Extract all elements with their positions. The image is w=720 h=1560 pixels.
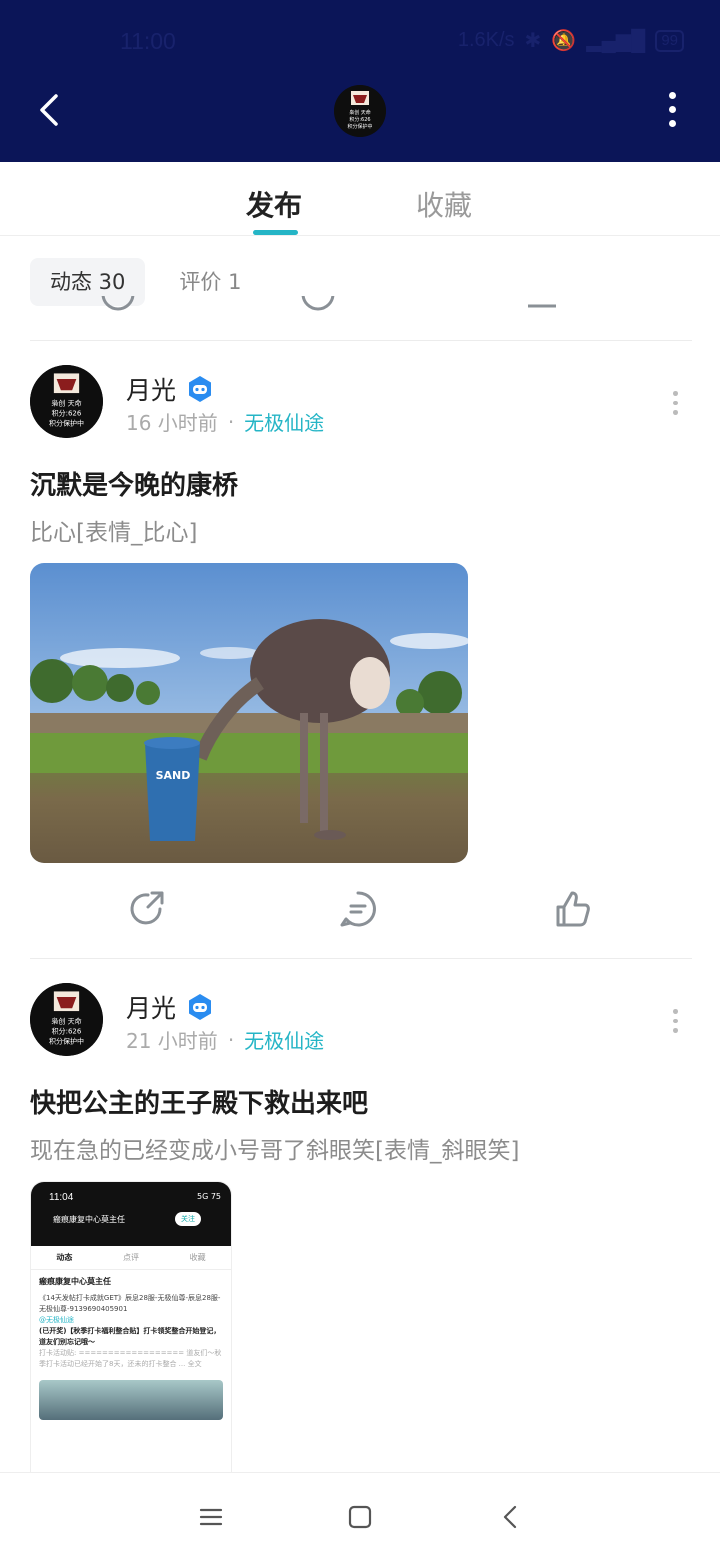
screenshot-tab: 动态 [56,1253,73,1262]
tab-collect[interactable]: 收藏 [416,184,472,224]
previous-post-actions [0,296,662,314]
nav-back-icon [503,1505,517,1529]
author-row: 月光 [126,989,214,1025]
meta-separator: · [227,409,235,434]
screenshot-tab: 收藏 [189,1253,206,1262]
comment-icon [340,891,376,927]
like-icon[interactable] [522,296,562,310]
screenshot-header: 11:04 5G 75 瘢痕康复中心莫主任 关注 [31,1182,231,1246]
screenshot-card: 瘢痕康复中心莫主任 《14天发帖打卡成就GET》辰息28服-无极仙尊-辰息28服… [31,1270,231,1376]
svg-text:积分保护中: 积分保护中 [49,1036,84,1045]
svg-text:枭创 天命: 枭创 天命 [51,1017,81,1026]
post-meta: 16 小时前 · 无极仙途 [126,407,324,436]
post-text: 现在急的已经变成小号哥了斜眼笑[表情_斜眼笑] [30,1138,520,1164]
menu-icon [199,1508,223,1526]
screenshot-title: 瘢痕康复中心莫主任 [53,1215,125,1224]
divider [30,958,692,959]
menu-button[interactable] [197,1503,225,1531]
game-tag[interactable]: 无极仙途 [244,407,324,436]
home-button[interactable] [346,1503,374,1531]
post-title: 沉默是今晚的康桥 [30,471,239,501]
verified-badge-icon [189,994,212,1020]
post-title: 快把公主的王子殿下救出来吧 [30,1089,369,1119]
active-tab-indicator [253,230,298,235]
post-text: 比心[表情_比心] [30,520,198,546]
svg-text:积分:626: 积分:626 [52,1027,82,1036]
system-nav-bar [0,1472,720,1560]
screenshot-card-author: 瘢痕康复中心莫主任 [39,1277,111,1286]
post-time: 21 小时前 [126,1029,218,1053]
author-name[interactable]: 月光 [126,989,176,1025]
svg-text:枭创 天命: 枭创 天命 [349,109,371,116]
header-avatar[interactable]: 枭创 天命 积分:626 积分保护中 [334,85,386,137]
author-name[interactable]: 月光 [126,371,176,407]
divider [30,340,692,341]
post-card[interactable]: 枭创 天命 积分:626 积分保护中 月光 16 小时前 · 无极仙途 沉默是今… [30,365,692,945]
more-options-button[interactable] [660,92,684,132]
meta-separator: · [227,1027,235,1052]
comment-icon[interactable] [298,296,338,314]
screenshot-card-line: 打卡活动贴: ================== 道友们～秋季打卡活动已经开始… [39,1349,222,1368]
back-button[interactable] [30,90,70,130]
screenshot-tab: 点评 [122,1253,139,1262]
nav-back-button[interactable] [497,1503,525,1531]
top-header: 11:00 1.6K/s ✱ 🔕 ▂▄▆█ 99 枭创 天命 积分:626 积分… [0,0,720,162]
share-icon[interactable] [98,296,138,314]
post-time: 16 小时前 [126,411,218,435]
screenshot-tabs: 动态 点评 收藏 [31,1246,231,1270]
screenshot-card-line: (已开奖)【秋季打卡福利整合贴】打卡领奖整合开始登记，道友们别忘记哦～ [39,1327,221,1346]
share-icon [130,891,164,925]
verified-badge-icon [189,376,212,402]
like-icon [556,891,590,927]
avatar[interactable]: 枭创 天命 积分:626 积分保护中 [30,365,103,438]
barrel-label: SAND [156,769,191,782]
avatar[interactable]: 枭创 天命 积分:626 积分保护中 [30,983,103,1056]
status-icons: 1.6K/s ✱ 🔕 ▂▄▆█ 99 [458,28,684,53]
screenshot-card-image [39,1380,223,1420]
tab-publish[interactable]: 发布 [246,184,302,224]
more-vertical-icon [668,92,676,99]
like-button[interactable] [552,889,592,929]
screenshot-card-line: 《14天发帖打卡成就GET》辰息28服-无极仙尊-辰息28服-无极仙尊-9139… [39,1294,221,1313]
post-actions [30,889,692,933]
status-bar: 11:00 1.6K/s ✱ 🔕 ▂▄▆█ 99 [0,22,720,62]
svg-text:积分保护中: 积分保护中 [347,123,372,130]
svg-text:积分:626: 积分:626 [349,116,370,123]
screenshot-follow: 关注 [175,1212,201,1226]
comment-button[interactable] [338,889,378,929]
post-image[interactable]: SAND [30,563,468,863]
post-more-button[interactable] [670,391,680,416]
post-more-button[interactable] [670,1009,680,1034]
battery-indicator: 99 [655,29,684,52]
mute-icon: 🔕 [551,30,577,52]
svg-text:积分:626: 积分:626 [52,409,82,418]
profile-tabs: 发布 收藏 [0,162,720,236]
post-screenshot-image[interactable]: 11:04 5G 75 瘢痕康复中心莫主任 关注 动态 点评 收藏 瘢痕康复中心… [30,1181,232,1473]
author-row: 月光 [126,371,214,407]
post-meta: 21 小时前 · 无极仙途 [126,1025,324,1054]
game-tag[interactable]: 无极仙途 [244,1025,324,1054]
screenshot-time: 11:04 [49,1192,74,1203]
svg-text:枭创 天命: 枭创 天命 [51,399,81,408]
share-button[interactable] [128,889,168,929]
home-icon [348,1505,372,1529]
signal-icon: ▂▄▆█ [586,30,646,52]
post-card[interactable]: 枭创 天命 积分:626 积分保护中 月光 21 小时前 · 无极仙途 快把公主… [30,983,692,1473]
status-time: 11:00 [120,28,176,54]
bluetooth-icon: ✱ [524,30,542,52]
screenshot-card-game: @无极仙途 [39,1316,74,1324]
net-speed: 1.6K/s [457,29,515,51]
back-icon [40,94,58,126]
screenshot-signal: 5G 75 [196,1192,221,1201]
svg-text:积分保护中: 积分保护中 [49,418,84,427]
